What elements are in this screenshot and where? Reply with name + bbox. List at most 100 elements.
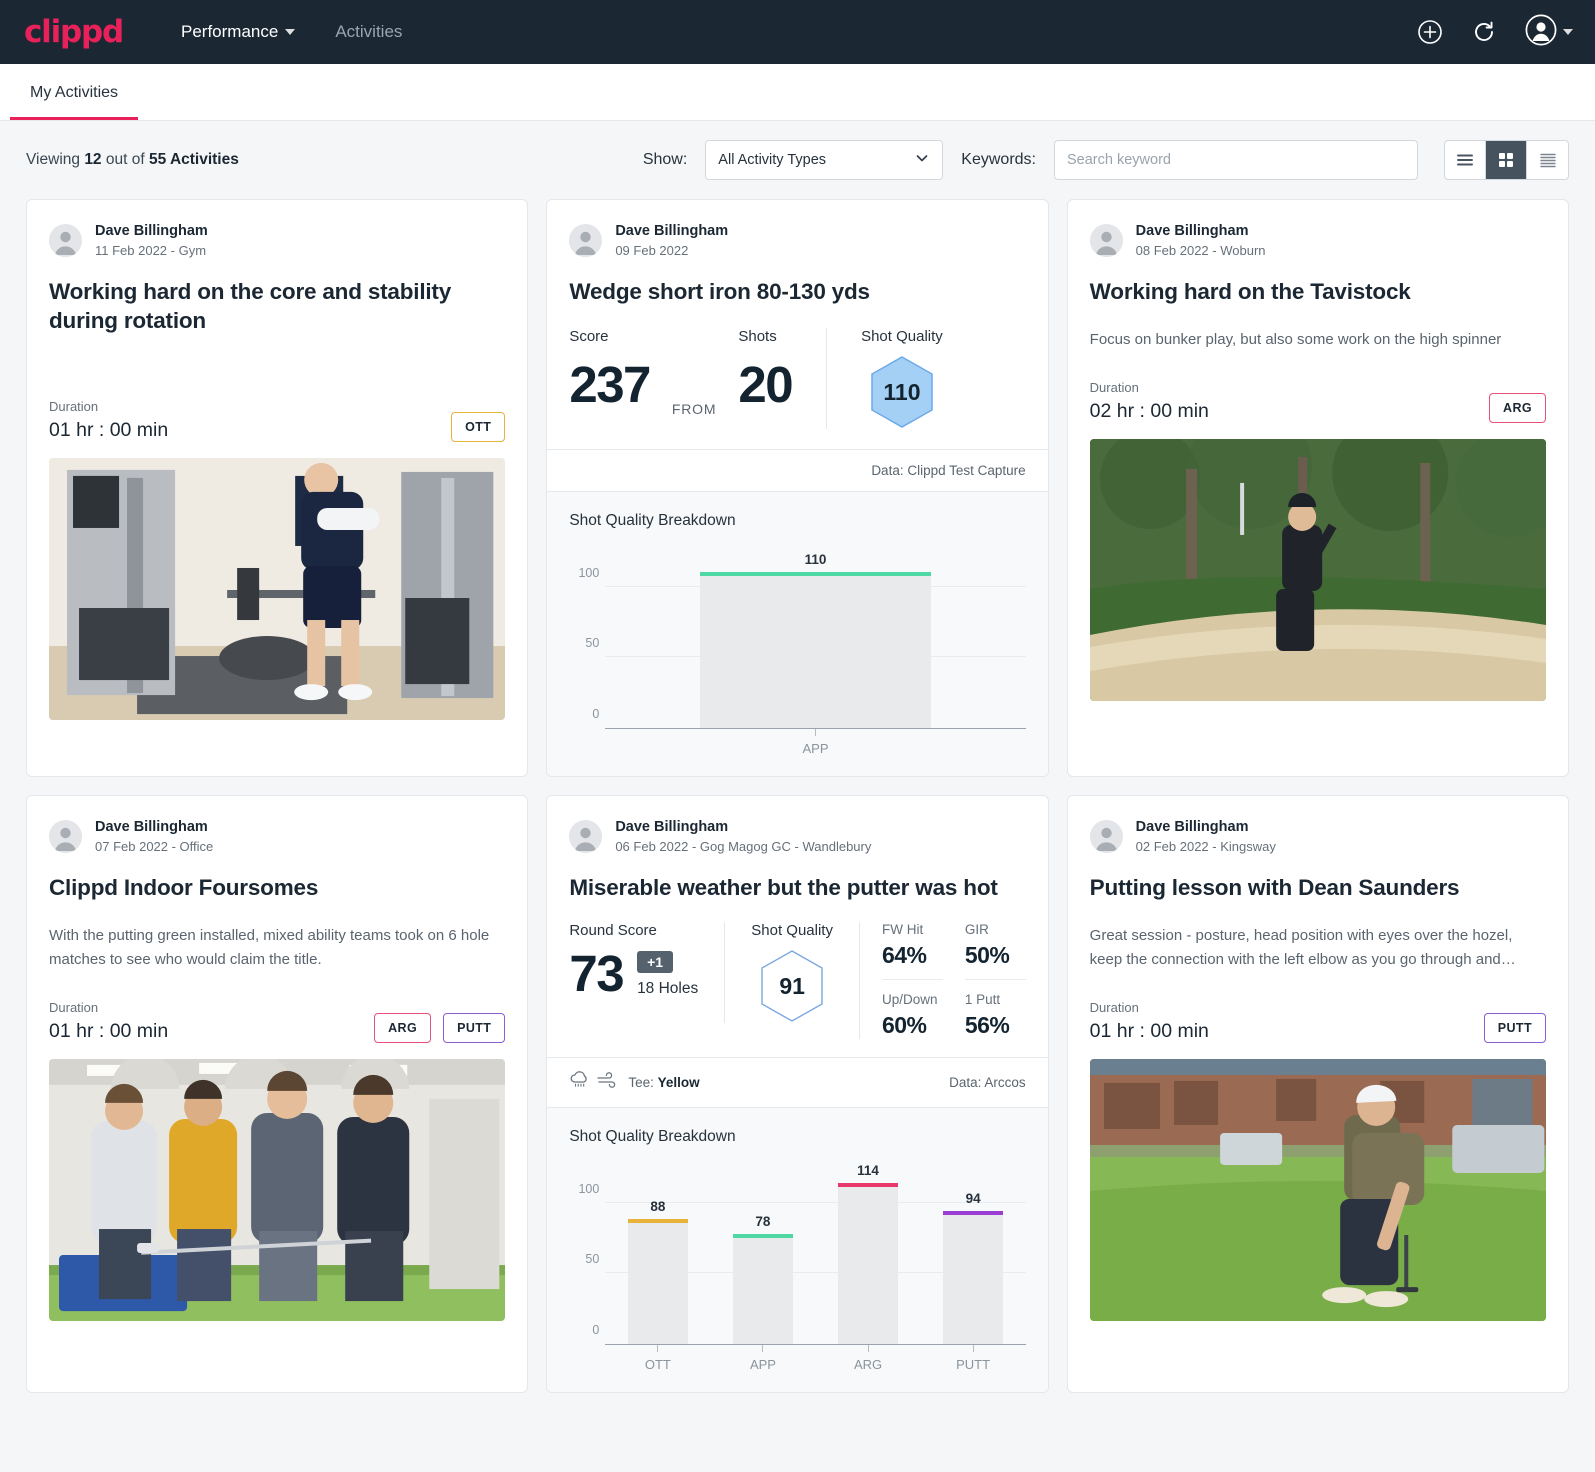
author-info: Dave Billingham 06 Feb 2022 - Gog Magog … bbox=[615, 818, 871, 856]
author-info: Dave Billingham 08 Feb 2022 - Woburn bbox=[1136, 222, 1266, 260]
round-score-row: Round Score 73 +1 18 Holes Shot Quality … bbox=[569, 922, 1026, 1057]
clippd-logo[interactable]: clippd bbox=[24, 14, 124, 50]
shot-quality-block: Shot Quality 110 bbox=[826, 328, 943, 429]
chip-arg[interactable]: ARG bbox=[1489, 393, 1546, 423]
author-meta: 02 Feb 2022 - Kingsway bbox=[1135, 838, 1276, 854]
plus-circle-icon[interactable] bbox=[1417, 19, 1443, 45]
bar-column: 94 bbox=[921, 1160, 1026, 1344]
shot-quality-hexagon: 110 bbox=[869, 355, 935, 429]
nav-item-performance-label: Performance bbox=[181, 22, 279, 41]
avatar bbox=[569, 820, 603, 854]
chip-putt[interactable]: PUTT bbox=[1483, 1013, 1546, 1043]
x-tick-label: PUTT bbox=[956, 1357, 991, 1372]
activity-type-select[interactable]: All Activity Types bbox=[705, 140, 944, 180]
rain-cloud-icon bbox=[569, 1071, 591, 1094]
shot-quality-label: Shot Quality bbox=[751, 922, 833, 939]
chevron-down-icon bbox=[914, 150, 930, 170]
round-score-values: 73 +1 18 Holes bbox=[569, 948, 698, 999]
card-body: Dave Billingham 07 Feb 2022 - Office Cli… bbox=[27, 796, 527, 1043]
author-row: Dave Billingham 07 Feb 2022 - Office bbox=[49, 818, 505, 856]
tick-mark bbox=[867, 1345, 869, 1352]
chip-list: ARG bbox=[1489, 393, 1546, 423]
list-view-button[interactable] bbox=[1445, 141, 1486, 179]
bunker-play-photo[interactable] bbox=[1089, 439, 1546, 701]
refresh-icon[interactable] bbox=[1471, 19, 1497, 45]
putting-lesson-photo[interactable] bbox=[1089, 1059, 1546, 1321]
nav-item-activities[interactable]: Activities bbox=[335, 22, 402, 42]
viewing-mid: out of bbox=[101, 151, 149, 168]
viewing-count: 12 bbox=[84, 151, 102, 168]
gym-rotation-photo[interactable] bbox=[49, 458, 506, 721]
chip-list: ARG PUTT bbox=[374, 1013, 506, 1043]
shots-value: 20 bbox=[738, 356, 793, 413]
activity-card[interactable]: Dave Billingham 11 Feb 2022 - Gym Workin… bbox=[26, 199, 529, 777]
duration-value: 02 hr : 00 min bbox=[1089, 400, 1209, 422]
score-stats-row: Score 237 FROM Shots 20 Shot Quality 110 bbox=[569, 328, 1025, 449]
duration-row: Duration 01 hr : 00 min PUTT bbox=[1090, 1000, 1546, 1043]
tee-value: Yellow bbox=[657, 1075, 700, 1090]
y-tick-50: 50 bbox=[585, 1252, 600, 1267]
wind-icon bbox=[596, 1071, 618, 1094]
bar-app[interactable] bbox=[733, 1233, 793, 1344]
mini-stat-value: 60% bbox=[881, 1012, 927, 1038]
chip-putt[interactable]: PUTT bbox=[443, 1013, 506, 1043]
avatar bbox=[569, 224, 603, 258]
compact-view-button[interactable] bbox=[1527, 141, 1568, 179]
bar-column: 114 bbox=[815, 1160, 920, 1344]
duration-block: Duration 02 hr : 00 min bbox=[1090, 380, 1209, 423]
tick-mark bbox=[814, 729, 816, 736]
card-title: Working hard on the core and stability d… bbox=[49, 278, 452, 333]
grid-view-button[interactable] bbox=[1486, 141, 1527, 179]
bar-value-label: 94 bbox=[965, 1190, 981, 1206]
card-body: Dave Billingham 11 Feb 2022 - Gym Workin… bbox=[27, 200, 527, 443]
author-info: Dave Billingham 07 Feb 2022 - Office bbox=[95, 818, 213, 856]
mini-stat-one-putt: 1 Putt 56% bbox=[964, 979, 1026, 1039]
mini-stat-label: FW Hit bbox=[881, 922, 924, 937]
activity-card[interactable]: Dave Billingham 02 Feb 2022 - Kingsway P… bbox=[1066, 795, 1569, 1393]
duration-block: Duration 01 hr : 00 min bbox=[49, 399, 168, 442]
card-title: Clippd Indoor Foursomes bbox=[49, 874, 319, 900]
card-title: Working hard on the Tavistock bbox=[1089, 278, 1411, 304]
card-description: Focus on bunker play, but also some work… bbox=[1089, 331, 1502, 348]
bar-value-label: 88 bbox=[650, 1199, 666, 1215]
bar-app[interactable] bbox=[699, 572, 932, 728]
tab-my-activities[interactable]: My Activities bbox=[10, 84, 139, 120]
author-meta: 06 Feb 2022 - Gog Magog GC - Wandlebury bbox=[615, 838, 872, 854]
activity-card[interactable]: Dave Billingham 06 Feb 2022 - Gog Magog … bbox=[546, 795, 1049, 1393]
activity-card[interactable]: Dave Billingham 09 Feb 2022 Wedge short … bbox=[546, 199, 1049, 777]
viewing-count-text: Viewing 12 out of 55 Activities bbox=[26, 151, 239, 169]
mini-stat-label: Up/Down bbox=[881, 992, 938, 1007]
avatar bbox=[49, 820, 82, 854]
tee-prefix: Tee: bbox=[628, 1075, 658, 1090]
x-tick-label: OTT bbox=[644, 1357, 671, 1372]
bar-ott[interactable] bbox=[627, 1219, 688, 1344]
nav-item-performance[interactable]: Performance bbox=[181, 22, 296, 42]
indoor-foursomes-photo[interactable] bbox=[49, 1059, 506, 1321]
shot-quality-value: 110 bbox=[883, 378, 921, 405]
duration-label: Duration bbox=[49, 399, 99, 415]
account-menu[interactable] bbox=[1525, 14, 1573, 51]
bar-arg[interactable] bbox=[838, 1182, 898, 1344]
round-score-extra: +1 18 Holes bbox=[637, 951, 698, 998]
duration-value: 01 hr : 00 min bbox=[1089, 1020, 1209, 1042]
chip-ott[interactable]: OTT bbox=[451, 412, 506, 443]
data-source-row: Tee: Yellow Data: Arccos bbox=[547, 1057, 1048, 1107]
activity-card[interactable]: Dave Billingham 08 Feb 2022 - Woburn Wor… bbox=[1066, 199, 1569, 777]
chip-arg[interactable]: ARG bbox=[374, 1013, 432, 1043]
card-body: Dave Billingham 08 Feb 2022 - Woburn Wor… bbox=[1068, 200, 1568, 423]
author-meta: 08 Feb 2022 - Woburn bbox=[1135, 242, 1266, 258]
bar-column: 78 bbox=[710, 1160, 815, 1344]
author-info: Dave Billingham 09 Feb 2022 bbox=[615, 222, 728, 260]
activity-card[interactable]: Dave Billingham 07 Feb 2022 - Office Cli… bbox=[26, 795, 529, 1393]
shot-quality-label: Shot Quality bbox=[861, 328, 943, 345]
bar-putt[interactable] bbox=[943, 1210, 1004, 1344]
round-score-block: Round Score 73 +1 18 Holes bbox=[569, 922, 724, 999]
author-row: Dave Billingham 06 Feb 2022 - Gog Magog … bbox=[569, 818, 1025, 856]
data-source-label: Data: Clippd Test Capture bbox=[871, 463, 1026, 478]
data-source-row: Data: Clippd Test Capture bbox=[547, 449, 1048, 491]
data-source-label: Data: Arccos bbox=[949, 1075, 1026, 1090]
search-input[interactable] bbox=[1054, 140, 1418, 180]
nav-item-activities-label: Activities bbox=[335, 22, 403, 41]
card-body: Dave Billingham 06 Feb 2022 - Gog Magog … bbox=[547, 796, 1047, 1057]
from-label: FROM bbox=[671, 401, 717, 417]
